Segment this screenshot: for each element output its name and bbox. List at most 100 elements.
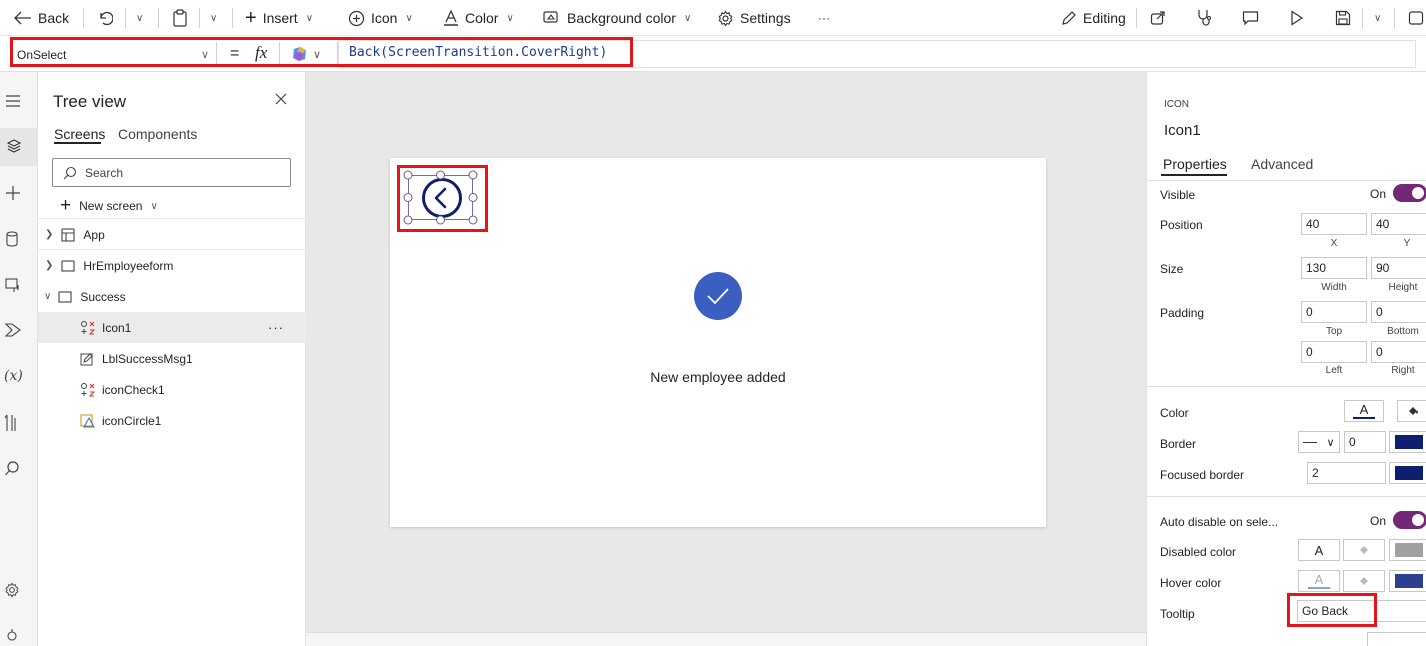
font-color-picker[interactable]: A [1344,400,1384,422]
tree-item-icon1[interactable]: Icon1 ··· [38,312,306,343]
paint-bucket-icon [1406,404,1420,418]
editing-button[interactable]: Editing [1061,0,1126,36]
height-input[interactable]: 90 [1371,257,1426,279]
auto-disable-toggle[interactable] [1393,511,1426,529]
hover-color-label: Hover color [1160,576,1222,590]
tree-view-rail-button[interactable] [0,128,37,166]
share-button[interactable] [1150,0,1166,36]
settings-rail-icon[interactable] [4,582,24,602]
control-type-label: ICON [1164,99,1189,110]
disabled-border-color-picker[interactable] [1389,539,1426,561]
fill-color-picker[interactable] [1397,400,1426,422]
right-sublabel: Right [1391,365,1415,376]
tab-screens[interactable]: Screens [54,126,105,142]
paint-bucket-icon [543,10,561,26]
disabled-font-color-picker[interactable]: A [1298,539,1340,561]
tree-view-title: Tree view [53,92,127,111]
tab-properties[interactable]: Properties [1163,156,1227,172]
tree-view-panel: Tree view Screens Components Search + Ne… [38,72,306,646]
virtual-agent-icon[interactable] [4,628,24,646]
chevron-down-icon: ∨ [683,12,692,24]
visible-label: Visible [1160,188,1196,202]
border-width-input[interactable]: 0 [1344,431,1386,453]
undo-icon [97,10,113,26]
new-screen-button[interactable]: + New screen ∨ [60,195,158,217]
font-color-icon: A [1314,542,1324,558]
padding-left-input[interactable]: 0 [1301,341,1367,363]
position-y-input[interactable]: 40 [1371,213,1426,235]
insert-button[interactable]: + Insert ∨ [245,0,313,36]
app-checker-button[interactable] [1196,0,1212,36]
left-sublabel: Left [1325,365,1343,376]
more-options-button[interactable]: ··· [268,320,284,335]
media-icon[interactable] [4,276,24,296]
focused-border-color-picker[interactable] [1389,462,1426,484]
padding-right-input[interactable]: 0 [1371,341,1426,363]
tree-item-app[interactable]: ❯ App [38,219,306,250]
tab-components[interactable]: Components [118,126,197,142]
data-icon[interactable] [4,230,24,250]
focused-border-input[interactable]: 2 [1307,462,1386,484]
position-x-input[interactable]: 40 [1301,213,1367,235]
comments-button[interactable] [1242,0,1259,36]
font-color-icon [443,9,459,27]
more-button[interactable]: ··· [818,0,830,36]
undo-button[interactable] [97,0,113,36]
next-property-input[interactable] [1367,632,1426,646]
icons-control-icon [80,320,96,336]
gear-icon [717,9,734,27]
icon-highlight-box [397,165,488,232]
tab-advanced[interactable]: Advanced [1251,156,1313,172]
visible-toggle[interactable] [1393,184,1426,202]
hover-font-color-picker[interactable]: A [1298,570,1340,592]
publish-button[interactable] [1408,0,1424,36]
success-message-label[interactable]: New employee added [390,369,1046,385]
arrow-left-icon [14,11,32,25]
clipboard-icon [172,9,188,27]
paste-button[interactable] [172,0,188,36]
search-rail-icon[interactable] [4,460,24,480]
check-circle-icon[interactable] [694,272,742,320]
background-color-button[interactable]: Background color ∨ [543,0,691,36]
chevron-down-icon: ∨ [44,291,52,302]
width-input[interactable]: 130 [1301,257,1367,279]
preview-button[interactable] [1290,0,1304,36]
power-automate-icon[interactable] [4,322,24,342]
padding-top-input[interactable]: 0 [1301,301,1367,323]
close-icon[interactable] [274,92,288,106]
tree-item-lblsuccessmsg1[interactable]: LblSuccessMsg1 [38,343,306,374]
hover-fill-color-picker[interactable] [1343,570,1385,592]
back-button[interactable]: Back [14,0,69,36]
disabled-color-label: Disabled color [1160,545,1237,559]
tree-item-success[interactable]: ∨ Success [38,281,306,312]
search-input[interactable]: Search [85,166,123,180]
play-icon [1290,10,1304,26]
border-color-picker[interactable] [1389,431,1426,453]
tree-item-iconcircle1[interactable]: iconCircle1 [38,405,306,436]
settings-button[interactable]: Settings [717,0,791,36]
padding-bottom-input[interactable]: 0 [1371,301,1426,323]
undo-dropdown[interactable]: ∨ [134,0,143,36]
hover-border-color-picker[interactable] [1389,570,1426,592]
plus-icon: + [60,195,72,216]
insert-rail-icon[interactable] [4,184,24,204]
tree-item-hremployeeform[interactable]: ❯ HrEmployeeform [38,250,306,281]
disabled-fill-color-picker[interactable] [1343,539,1385,561]
save-dropdown[interactable]: ∨ [1372,0,1381,36]
padding-label: Padding [1160,306,1205,320]
paste-dropdown[interactable]: ∨ [208,0,217,36]
chevron-right-icon: ❯ [45,260,54,271]
share-icon [1150,10,1166,26]
tree-item-iconcheck1[interactable]: iconCheck1 [38,374,306,405]
advanced-tools-icon[interactable] [4,414,24,434]
save-button[interactable] [1335,0,1351,36]
border-style-dropdown[interactable]: ∨ [1298,431,1340,453]
success-screen[interactable]: New employee added [390,158,1046,527]
chevron-right-icon: ❯ [45,229,54,240]
variables-icon[interactable]: (x) [4,368,24,388]
menu-icon[interactable] [4,94,24,114]
tooltip-label: Tooltip [1160,607,1195,621]
color-button[interactable]: Color ∨ [443,0,514,36]
icon-button[interactable]: Icon ∨ [348,0,413,36]
search-box[interactable]: Search [52,158,291,187]
